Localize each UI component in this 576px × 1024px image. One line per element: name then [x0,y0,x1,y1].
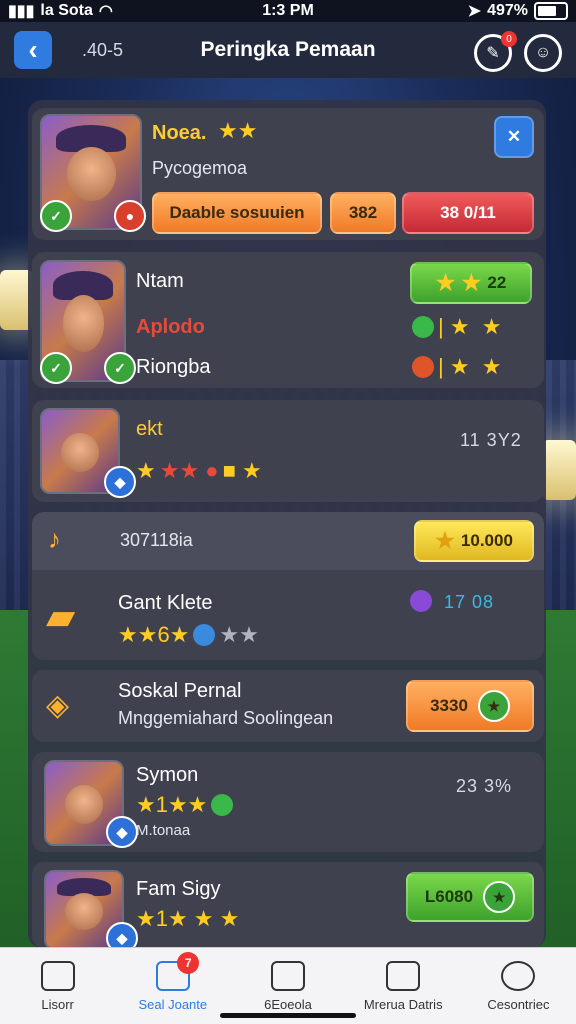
player-subtitle: M.tonaa [136,822,191,839]
battery-percent: 497% [487,2,528,19]
sapphire-icon [193,624,216,646]
floodlight [542,440,576,500]
badge-icon: ◈ [46,689,70,722]
nav-home[interactable]: Lisorr [0,948,115,1024]
star-icon: ★ [483,881,516,913]
location-icon: ➤ [467,3,482,20]
gear-icon [501,960,536,991]
nav-details[interactable]: Mrerua Datris [346,948,461,1024]
star-icon: ★★ [218,118,258,143]
player-name: Noea. [152,122,207,144]
fire-icon: ● [114,200,146,232]
diamond-icon: ◆ [104,466,136,498]
bottom-navigation: Lisorr Seal Joante 7 6Eoeola Mrerua Datr… [0,947,576,1024]
score-value: 22 [487,273,507,292]
app-header: ‹ .40-5 Peringka Pemaan ✎ 0 ☺ [0,22,576,78]
diamond-icon: ◆ [106,922,138,948]
section-label: 307118ia [120,530,193,550]
player-stats: 17 08 [444,592,495,612]
instrument-icon: ♪ [48,524,61,554]
card-subtitle: Mnggemiahard Soolingean [118,708,334,728]
value-b: 38 0/11 [402,192,534,234]
nav-label: Cesontriec [487,996,550,1012]
player-stats: 23 3% [456,776,513,796]
chat-icon: ✎ [486,45,500,62]
trophy-icon: ▰ [46,596,76,638]
rating-row: ★1★★ [136,792,234,818]
emerald-icon [211,794,234,816]
player-team: Aplodo [136,316,205,338]
player-card[interactable]: ◆ Fam Sigy ★1★ ★ ★ L6080 ★ [32,862,544,948]
player-name: Symon [136,764,199,786]
recruit-button-label: L6080 [424,887,474,906]
player-role: Riongba [136,356,211,378]
score-pill: ★ ★ 22 [410,262,532,304]
rating-row: | ★ ★ [412,354,502,380]
nav-upload[interactable]: Seal Joante 7 [115,948,230,1024]
action-button[interactable]: Daable sosuuien [152,192,322,234]
player-name: Fam Sigy [136,878,221,900]
notifications-button[interactable]: ✎ 0 [474,31,517,72]
rating-row: ★ ★★ ● ■ ★ [136,458,262,483]
nav-label: Seal Joante [138,996,208,1012]
reward-section: ♪ 307118ia ★ 10.000 ▰ Gant Klete ★★6★ ★★ … [32,512,544,660]
play-button[interactable]: 3330 ★ [406,680,534,732]
profile-button[interactable]: ☺ [524,34,562,72]
star-icon: ★ [477,690,510,722]
featured-player-card[interactable]: ✓ ● Noea. ★★ Pycogemoa Daable sosuuien 3… [32,108,544,240]
briefcase-icon [386,960,421,991]
player-card[interactable]: ◆ Symon ★1★★ M.tonaa 23 3% [32,752,544,852]
star-icon: ★ [435,528,461,553]
player-name: Gant Klete [118,592,213,614]
profile-icon: ☺ [534,44,552,61]
battery-icon [534,2,568,20]
player-name: ekt [136,418,163,440]
player-stats: 11 3Y2 [460,430,522,450]
nav-label: Lisorr [41,996,74,1012]
amethyst-icon [410,590,432,612]
check-icon: ✓ [40,352,72,384]
check-icon: ✓ [40,200,72,232]
play-button-label: 3330 [430,696,468,715]
ruby-icon [412,356,434,378]
player-subtitle: Pycogemoa [152,158,248,178]
notification-badge: 0 [501,31,517,47]
home-indicator [220,1013,356,1018]
nav-badge: 7 [177,952,200,974]
recruit-button[interactable]: L6080 ★ [406,872,534,922]
star-icon: ★ ★ [435,270,488,295]
value-a: 382 [330,192,396,234]
reward-button[interactable]: ★ 10.000 [414,520,534,562]
emerald-icon [412,316,434,338]
player-name: Ntam [136,270,184,292]
nav-settings[interactable]: Cesontriec [461,948,576,1024]
shield-icon: ✓ [104,352,136,384]
rating-row: ★1★ ★ ★ [136,906,240,931]
diamond-icon: ◆ [106,816,138,848]
card-title: Soskal Pernal [118,680,242,702]
status-bar: ▮▮▮ la Sota ◠ 1:3 PM ➤ 497% [0,0,576,22]
social-card[interactable]: ◈ Soskal Pernal Mnggemiahard Soolingean … [32,670,544,742]
rating-row: ★★6★ ★★ [118,622,259,647]
nav-label: Mrerua Datris [363,996,443,1012]
home-icon [40,960,75,991]
player-card[interactable]: ✓ ✓ Ntam Aplodo Riongba ★ ★ 22 | ★ ★ | ★… [32,252,544,388]
rating-row: | ★ ★ [412,314,502,340]
reward-value: 10.000 [460,531,513,550]
player-card[interactable]: ◆ ekt ★ ★★ ● ■ ★ 11 3Y2 [32,400,544,502]
document-icon [271,960,305,991]
close-button[interactable]: ✕ [494,116,534,158]
nav-label: 6Eoeola [264,996,312,1012]
